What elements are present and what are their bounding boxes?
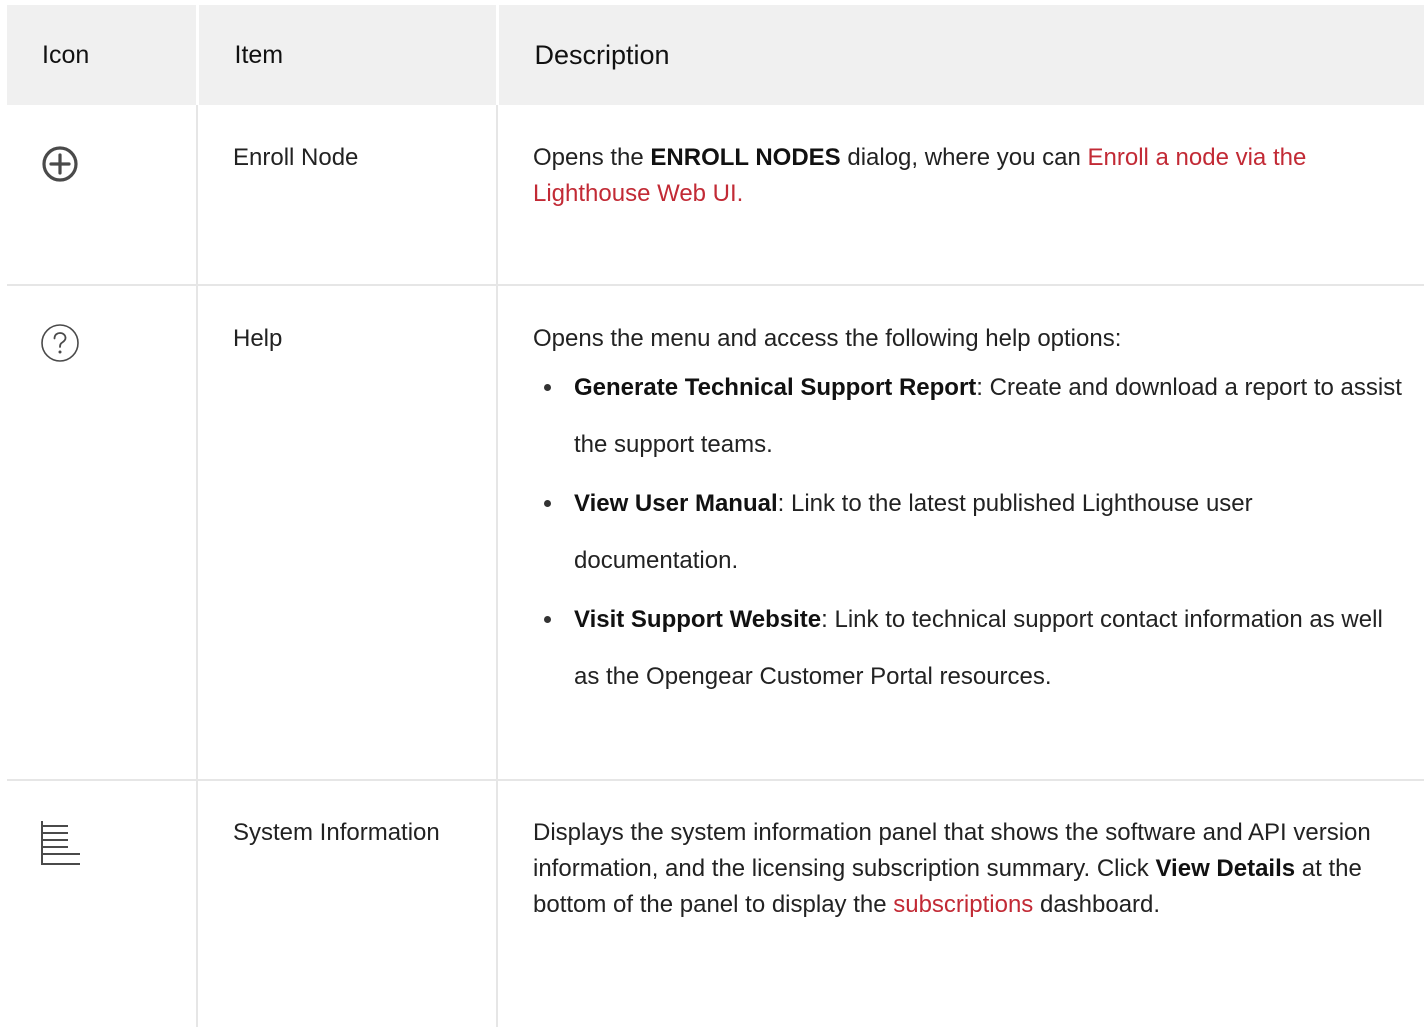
item-name: Enroll Node [196, 105, 497, 286]
add-circle-icon [40, 144, 80, 184]
system-info-icon [40, 817, 80, 865]
column-header-item: Item [195, 5, 497, 105]
icon-cell [7, 105, 197, 286]
table-header-row: Icon Item Description [7, 5, 1424, 105]
icon-cell [7, 780, 197, 1027]
item-name: Help [196, 285, 497, 781]
description-text: dialog, where you can [840, 144, 1088, 171]
column-header-icon: Icon [7, 5, 197, 105]
item-description: Opens the menu and access the following … [496, 285, 1424, 781]
button-label-reference: View Details [1155, 855, 1296, 882]
list-item: Generate Technical Support Report: Creat… [533, 359, 1404, 473]
item-description: Opens the ENROLL NODES dialog, where you… [496, 105, 1424, 286]
option-name: Generate Technical Support Report [574, 374, 977, 401]
list-item: Visit Support Website: Link to technical… [533, 591, 1404, 705]
help-circle-icon [40, 323, 80, 363]
description-intro: Opens the menu and access the following … [533, 325, 1122, 352]
option-name: Visit Support Website [574, 606, 822, 633]
list-item: View User Manual: Link to the latest pub… [533, 475, 1404, 589]
table-row-system-information: System Information Displays the system i… [7, 780, 1424, 1027]
column-header-description: Description [495, 5, 1424, 105]
icon-cell [7, 285, 197, 781]
item-name: System Information [196, 780, 497, 1027]
dialog-name: ENROLL NODES [650, 144, 841, 171]
option-name: View User Manual [574, 490, 778, 517]
table-row-help: Help Opens the menu and access the follo… [7, 285, 1424, 781]
description-text: Opens the [533, 144, 651, 171]
table-row-enroll-node: Enroll Node Opens the ENROLL NODES dialo… [7, 105, 1424, 286]
help-options-list: Generate Technical Support Report: Creat… [533, 359, 1404, 705]
item-description: Displays the system information panel th… [496, 780, 1424, 1027]
reference-table: Icon Item Description Enroll Node Opens … [7, 5, 1424, 1027]
